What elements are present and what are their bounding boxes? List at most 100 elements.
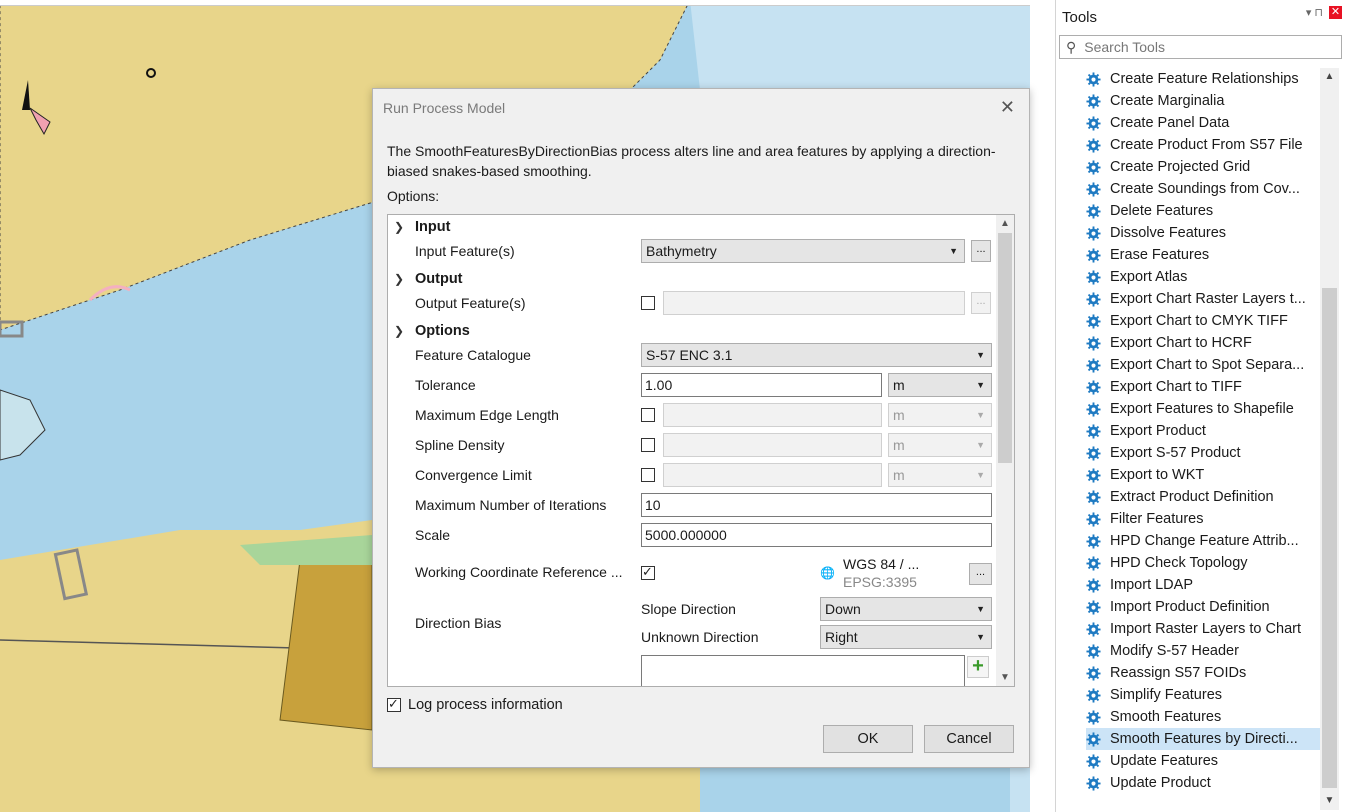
output-features-checkbox[interactable] [641,296,655,310]
tool-item[interactable]: Create Product From S57 File [1086,134,1322,156]
scale-value: 5000.000000 [645,527,727,543]
tool-item[interactable]: Import Product Definition [1086,596,1322,618]
tool-item-label: Update Features [1110,753,1219,769]
close-icon[interactable]: ✕ [1329,6,1342,19]
pin-icon[interactable]: ▾ ⊓ [1306,6,1323,19]
tool-item[interactable]: Create Feature Relationships [1086,68,1322,90]
tolerance-unit-combo[interactable]: m ▼ [888,373,992,397]
spline-density-unit-value: m [893,437,905,453]
search-tools-input[interactable] [1082,38,1327,56]
gear-icon [1086,379,1101,395]
working-crs-name: WGS 84 / ... [843,556,920,572]
tools-panel-controls: ▾ ⊓ ✕ [1306,6,1342,19]
gear-icon [1086,423,1101,439]
tolerance-input[interactable]: 1.00 [641,373,882,397]
tool-item[interactable]: Smooth Features [1086,706,1322,728]
chevron-down-icon: ▼ [976,410,985,420]
tool-item[interactable]: Export Features to Shapefile [1086,398,1322,420]
chevron-down-icon[interactable]: ❯ [394,220,404,234]
slope-direction-combo[interactable]: Down ▼ [820,597,992,621]
tool-item[interactable]: Filter Features [1086,508,1322,530]
section-output[interactable]: ❯ Output [388,269,988,291]
tool-item[interactable]: Create Soundings from Cov... [1086,178,1322,200]
tool-item[interactable]: Export Chart to CMYK TIFF [1086,310,1322,332]
tool-item-label: Create Product From S57 File [1110,137,1303,153]
tool-item[interactable]: Export to WKT [1086,464,1322,486]
unknown-direction-combo[interactable]: Right ▼ [820,625,992,649]
tool-item-label: Export S-57 Product [1110,445,1241,461]
section-options[interactable]: ❯ Options [388,321,988,343]
feature-catalogue-value: S-57 ENC 3.1 [646,347,733,363]
tool-item[interactable]: Export Chart to Spot Separa... [1086,354,1322,376]
tool-item[interactable]: HPD Change Feature Attrib... [1086,530,1322,552]
scale-input[interactable]: 5000.000000 [641,523,992,547]
tool-item[interactable]: Smooth Features by Directi... [1086,728,1322,750]
tool-item[interactable]: Erase Features [1086,244,1322,266]
tool-item[interactable]: Create Marginalia [1086,90,1322,112]
working-crs-browse-button[interactable]: ... [969,563,992,585]
tools-scrollbar[interactable]: ▲ ▼ [1320,68,1339,810]
add-icon[interactable]: + [967,656,989,678]
tool-item[interactable]: Extract Product Definition [1086,486,1322,508]
tool-item[interactable]: Reassign S57 FOIDs [1086,662,1322,684]
spline-density-input [663,433,882,457]
run-process-model-dialog: Run Process Model ✕ The SmoothFeaturesBy… [372,88,1030,768]
convergence-limit-checkbox[interactable] [641,468,655,482]
tool-item[interactable]: Export Chart to HCRF [1086,332,1322,354]
scroll-down-icon[interactable]: ▼ [1320,792,1339,810]
tool-item[interactable]: Update Product [1086,772,1322,794]
input-features-combo[interactable]: Bathymetry ▼ [641,239,965,263]
input-features-browse-button[interactable]: ... [971,240,991,262]
direction-bias-list[interactable] [641,655,965,686]
scroll-up-icon[interactable]: ▲ [1320,68,1339,86]
tool-item[interactable]: Import LDAP [1086,574,1322,596]
chevron-down-icon[interactable]: ❯ [394,272,404,286]
map-panel-gap [1030,0,1050,812]
gear-icon [1086,643,1101,659]
tool-item[interactable]: Import Raster Layers to Chart [1086,618,1322,640]
tool-item[interactable]: Dissolve Features [1086,222,1322,244]
tool-item[interactable]: HPD Check Topology [1086,552,1322,574]
tool-item[interactable]: Export Product [1086,420,1322,442]
max-edge-length-checkbox[interactable] [641,408,655,422]
ok-button[interactable]: OK [823,725,913,753]
scrollbar-thumb[interactable] [1322,288,1337,788]
scrollbar-thumb[interactable] [998,233,1012,463]
tool-item[interactable]: Modify S-57 Header [1086,640,1322,662]
log-process-label: Log process information [408,697,563,713]
chevron-down-icon[interactable]: ❯ [394,324,404,338]
tool-item[interactable]: Export Chart Raster Layers t... [1086,288,1322,310]
tool-item[interactable]: Create Projected Grid [1086,156,1322,178]
log-process-option[interactable]: Log process information [387,696,563,713]
close-icon[interactable]: ✕ [1000,97,1015,118]
slope-direction-value: Down [825,601,861,617]
log-process-checkbox[interactable] [387,696,401,712]
tool-item-label: Dissolve Features [1110,225,1227,241]
tool-item[interactable]: Export Atlas [1086,266,1322,288]
tool-item[interactable]: Create Panel Data [1086,112,1322,134]
tool-item-label: Create Projected Grid [1110,159,1251,175]
tool-item[interactable]: Simplify Features [1086,684,1322,706]
scroll-down-icon[interactable]: ▼ [996,669,1014,686]
max-iterations-input[interactable]: 10 [641,493,992,517]
tool-item-label: Export Chart Raster Layers t... [1110,291,1306,307]
convergence-limit-unit-combo: m ▼ [888,463,992,487]
feature-catalogue-combo[interactable]: S-57 ENC 3.1 ▼ [641,343,992,367]
tool-item[interactable]: Delete Features [1086,200,1322,222]
tool-item-label: HPD Check Topology [1110,555,1248,571]
input-features-label: Input Feature(s) [415,243,515,259]
gear-icon [1086,247,1101,263]
section-input[interactable]: ❯ Input [388,217,988,239]
scroll-up-icon[interactable]: ▲ [996,215,1014,232]
tool-item-label: Create Soundings from Cov... [1110,181,1300,197]
tool-item[interactable]: Export S-57 Product [1086,442,1322,464]
spline-density-checkbox[interactable] [641,438,655,452]
tool-item[interactable]: Export Chart to TIFF [1086,376,1322,398]
search-tools-box[interactable]: ⚲ [1059,35,1342,59]
tool-item[interactable]: Update Features [1086,750,1322,772]
cancel-button[interactable]: Cancel [924,725,1014,753]
working-crs-checkbox[interactable] [641,564,655,580]
tool-item-label: Modify S-57 Header [1110,643,1239,659]
gear-icon [1086,555,1101,571]
options-scrollbar[interactable]: ▲ ▼ [996,215,1014,686]
